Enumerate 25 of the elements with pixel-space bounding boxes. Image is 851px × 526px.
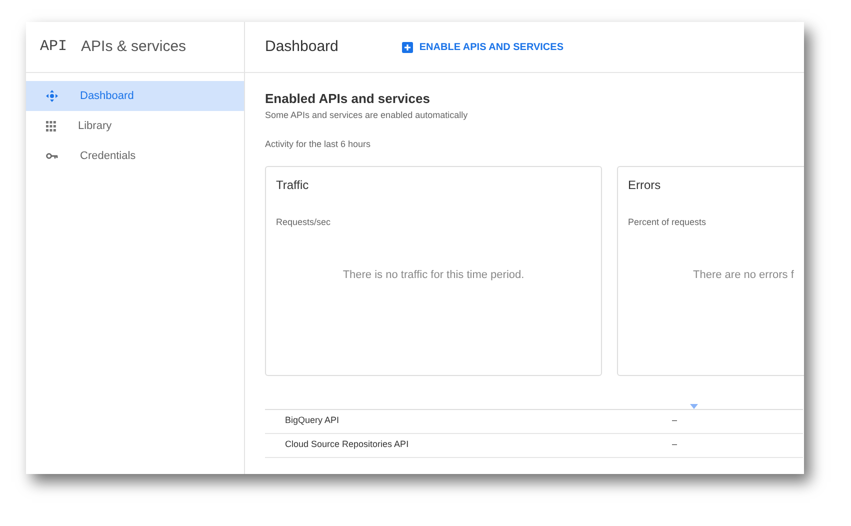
table-cell-text: – [672,414,678,428]
card-title: Errors [628,176,662,194]
page-title: Dashboard [265,36,338,57]
grid-icon [46,120,56,132]
empty-message: There is no traffic for this time period. [342,269,524,281]
metric-label: Requests/sec [276,216,332,229]
sidebar-item[interactable]: Library [26,111,244,141]
key-icon [46,152,58,160]
metric-label: Percent of requests [628,216,708,229]
sort-arrow-icon [690,404,698,408]
plus-icon [402,42,414,52]
table-cell-text: – [672,438,678,452]
sidebar-item[interactable]: Credentials [26,141,244,171]
table-cell-text: Cloud Source Repositories API [284,438,410,452]
sidebar-item[interactable]: Dashboard [26,81,244,111]
app-title: APIs & services [81,36,186,57]
table-cell-text: BigQuery API [284,414,340,428]
card-title: Traffic [276,176,310,194]
section-subtitle: Some APIs and services are enabled automatically [265,108,469,122]
api-logo: API [40,36,68,57]
activity-label: Activity for the last 6 hours [265,138,372,151]
enable-apis-button[interactable]: ENABLE APIS AND SERVICES [402,40,564,54]
move-arrows-icon [46,90,58,102]
section-title: Enabled APIs and services [265,90,431,108]
empty-message: There are no errors f [693,269,794,281]
